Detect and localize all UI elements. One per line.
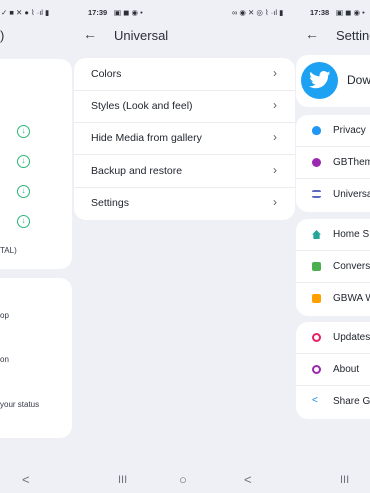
right-status-bar: 17:38 ▣ ◼ ◉ • bbox=[296, 0, 370, 22]
settings-group-1: Privacy GBThem Universa bbox=[296, 115, 370, 212]
chevron-right-icon: › bbox=[273, 98, 277, 112]
left-toolbar: ) bbox=[0, 22, 73, 48]
nav-back-button[interactable]: < bbox=[22, 472, 30, 487]
settings-group-3: Updates About < Share G bbox=[296, 322, 370, 419]
right-screen: 17:38 ▣ ◼ ◉ • ← Setting Dow Privacy GBTh… bbox=[296, 0, 370, 493]
middle-toolbar: ← Universal bbox=[74, 22, 295, 48]
middle-nav-bar: III ○ < bbox=[74, 466, 295, 493]
settings-item-label: Updates bbox=[333, 332, 370, 343]
nav-recents-button[interactable]: III bbox=[118, 474, 127, 486]
download-icon[interactable]: ↓ bbox=[17, 125, 30, 138]
menu-item-label: Settings bbox=[91, 197, 129, 209]
settings-item-share[interactable]: < Share G bbox=[296, 386, 370, 418]
middle-status-bar: 17:39 ▣ ◼ ◉ • ∞ ◉ ✕ ◎ ⌇ ·ıl ▮ bbox=[74, 0, 295, 22]
menu-item-label: Colors bbox=[91, 68, 122, 80]
settings-item-label: About bbox=[333, 364, 360, 375]
chevron-right-icon: › bbox=[273, 130, 277, 144]
settings-item-gbwa-widget[interactable]: GBWA W bbox=[296, 283, 370, 315]
settings-item-privacy[interactable]: Privacy bbox=[296, 115, 370, 147]
download-banner-card[interactable]: Dow bbox=[296, 55, 370, 107]
settings-item-label: Privacy bbox=[333, 125, 366, 136]
menu-item-label: Hide Media from gallery bbox=[91, 132, 202, 144]
menu-item-settings[interactable]: Settings › bbox=[74, 187, 295, 220]
settings-item-updates[interactable]: Updates bbox=[296, 322, 370, 354]
left-footer-fragment: TAL) bbox=[0, 246, 17, 255]
settings-item-label: GBWA W bbox=[333, 293, 370, 304]
info-icon bbox=[312, 365, 321, 374]
back-arrow-icon[interactable]: ← bbox=[83, 26, 97, 42]
left-screen: ✓ ■ ✕ ● ⌇ ·ıl ▮ ) ↓ ↓ ↓ ↓ TAL) op on you… bbox=[0, 0, 73, 493]
banner-label: Dow bbox=[347, 73, 370, 87]
left-privacy-card: op on your status bbox=[0, 278, 72, 438]
left-item-3[interactable]: your status bbox=[0, 400, 39, 409]
chevron-right-icon: › bbox=[273, 163, 277, 177]
settings-group-2: Home S Convers GBWA W bbox=[296, 219, 370, 316]
settings-item-label: Convers bbox=[333, 261, 370, 272]
settings-item-label: Home S bbox=[333, 229, 370, 240]
status-notification-icons: ▣ ◼ ◉ • bbox=[336, 8, 365, 17]
settings-item-home-screen[interactable]: Home S bbox=[296, 219, 370, 251]
bird-glyph bbox=[308, 71, 330, 89]
menu-item-backup[interactable]: Backup and restore › bbox=[74, 155, 295, 188]
left-item-1[interactable]: op bbox=[0, 311, 9, 320]
left-downloads-card: ↓ ↓ ↓ ↓ TAL) bbox=[0, 59, 72, 269]
left-nav-bar: < bbox=[0, 466, 73, 493]
page-title: Universal bbox=[114, 28, 169, 43]
left-item-2[interactable]: on bbox=[0, 355, 9, 364]
menu-item-styles[interactable]: Styles (Look and feel) › bbox=[74, 90, 295, 123]
status-notification-icons: ▣ ◼ ◉ • bbox=[114, 8, 143, 17]
menu-item-label: Backup and restore bbox=[91, 165, 183, 177]
settings-item-label: GBThem bbox=[333, 157, 370, 168]
status-time: 17:39 bbox=[88, 8, 108, 17]
right-nav-bar: III bbox=[296, 466, 370, 493]
settings-item-label: Share G bbox=[333, 396, 370, 407]
refresh-icon bbox=[312, 333, 321, 342]
home-icon bbox=[312, 230, 321, 239]
status-time: 17:38 bbox=[310, 8, 330, 17]
chevron-right-icon: › bbox=[273, 66, 277, 80]
widget-icon bbox=[312, 294, 321, 303]
palette-icon bbox=[312, 158, 321, 167]
menu-item-label: Styles (Look and feel) bbox=[91, 100, 193, 112]
download-icon[interactable]: ↓ bbox=[17, 185, 30, 198]
settings-item-label: Universa bbox=[333, 189, 370, 200]
left-status-bar: ✓ ■ ✕ ● ⌇ ·ıl ▮ bbox=[0, 0, 73, 22]
status-system-icons: ∞ ◉ ✕ ◎ ⌇ ·ıl ▮ bbox=[232, 8, 284, 17]
settings-item-gbthemes[interactable]: GBThem bbox=[296, 147, 370, 179]
download-icon[interactable]: ↓ bbox=[17, 155, 30, 168]
settings-item-universal[interactable]: Universa bbox=[296, 179, 370, 211]
middle-screen: 17:39 ▣ ◼ ◉ • ∞ ◉ ✕ ◎ ⌇ ·ıl ▮ ← Universa… bbox=[74, 0, 295, 493]
twitter-bird-icon bbox=[301, 62, 338, 99]
settings-item-about[interactable]: About bbox=[296, 354, 370, 386]
settings-item-conversation[interactable]: Convers bbox=[296, 251, 370, 283]
back-arrow-icon[interactable]: ← bbox=[305, 26, 319, 42]
sliders-icon bbox=[312, 190, 321, 198]
download-icon[interactable]: ↓ bbox=[17, 215, 30, 228]
nav-home-button[interactable]: ○ bbox=[179, 472, 187, 487]
page-title: Setting bbox=[336, 28, 370, 43]
menu-item-hide-media[interactable]: Hide Media from gallery › bbox=[74, 122, 295, 155]
shield-icon bbox=[312, 126, 321, 135]
right-toolbar: ← Setting bbox=[296, 22, 370, 48]
menu-item-colors[interactable]: Colors › bbox=[74, 58, 295, 91]
chevron-right-icon: › bbox=[273, 195, 277, 209]
nav-back-button[interactable]: < bbox=[244, 472, 252, 487]
share-icon: < bbox=[312, 395, 318, 406]
universal-menu-card: Colors › Styles (Look and feel) › Hide M… bbox=[74, 58, 295, 220]
nav-recents-button[interactable]: III bbox=[340, 474, 349, 486]
chat-icon bbox=[312, 262, 321, 271]
left-header-fragment: ) bbox=[0, 28, 5, 43]
status-icons: ✓ ■ ✕ ● ⌇ ·ıl ▮ bbox=[1, 8, 50, 17]
